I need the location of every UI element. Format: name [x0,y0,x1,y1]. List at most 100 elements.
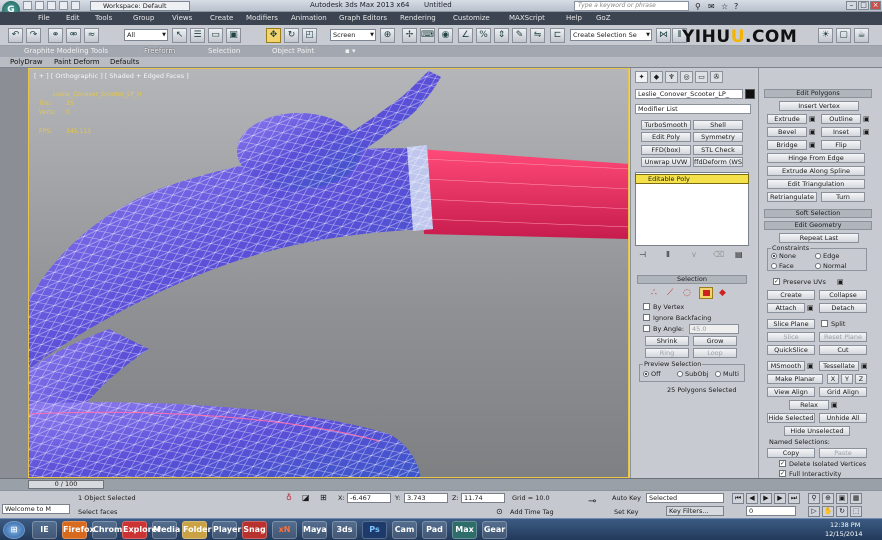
snaps-toggle-icon[interactable]: ◉ [438,28,453,43]
lock-selection-icon[interactable]: ♁ [286,493,292,502]
taskbar-folder-icon[interactable]: Folder [182,521,211,539]
cut-button[interactable]: Cut [819,345,867,355]
grow-button[interactable]: Grow [693,336,737,346]
extrude-along-spline-button[interactable]: Extrude Along Spline [767,166,865,176]
taskbar-firefox-icon[interactable]: Firefox [62,521,95,539]
selection-filter-dropdown[interactable]: All [124,29,168,41]
redo-button[interactable]: ↷ [26,28,41,43]
ribbon-tab-selection[interactable]: Selection [208,47,240,55]
by-angle-checkbox[interactable] [643,325,650,332]
menu-modifiers[interactable]: Modifiers [246,14,278,22]
add-time-tag-text[interactable]: Add Time Tag [510,508,554,516]
menu-views[interactable]: Views [172,14,192,22]
taskbar-xn-icon[interactable]: xN [272,521,297,539]
taskbar-media-icon[interactable]: Media [152,521,180,539]
preview-multi-radio[interactable] [715,371,721,377]
named-selection-dropdown[interactable]: Create Selection Se [570,29,652,41]
unwrap-uvw-button[interactable]: Unwrap UVW [641,157,691,167]
copy-button[interactable]: Copy [767,448,815,458]
relax-settings-icon[interactable]: ▣ [831,401,838,410]
new-file-icon[interactable] [23,1,32,10]
select-by-name-icon[interactable]: ☰ [190,28,205,43]
info-center-icon[interactable]: ✉ [708,2,715,11]
start-button[interactable]: ⊞ [3,521,25,539]
rect-selection-icon[interactable]: ▭ [208,28,223,43]
planar-y-button[interactable]: Y [841,374,853,384]
render-frame-icon[interactable]: ▢ [836,28,851,43]
inset-button[interactable]: Inset [821,127,861,137]
symmetry-button[interactable]: Symmetry [693,132,743,142]
time-tag-icon[interactable]: ⊙ [496,507,503,516]
edit-named-selection-icon[interactable]: ✎ [512,28,527,43]
keyboard-shortcut-icon[interactable]: ⌨ [420,28,435,43]
vertex-mode-icon[interactable]: ∴ [651,289,657,298]
set-key-button[interactable]: Set Key [614,508,639,516]
x-coordinate-field[interactable]: -6.467 [347,493,391,503]
render-production-icon[interactable]: ☕ [854,28,869,43]
help-icon[interactable]: ? [734,2,738,11]
bevel-settings-icon[interactable]: ▣ [809,128,816,137]
soft-selection-header[interactable]: Soft Selection [764,209,872,218]
utilities-tab-icon[interactable]: ✇ [710,71,723,83]
menu-edit[interactable]: Edit [66,14,80,22]
select-manipulate-icon[interactable]: ✢ [402,28,417,43]
time-slider[interactable]: 0 / 100 [28,480,104,489]
full-interactivity-checkbox[interactable]: ✓ [779,470,786,477]
outline-button[interactable]: Outline [821,114,861,124]
tessellate-settings-icon[interactable]: ▣ [861,362,868,371]
zoom-icon[interactable]: ⚲ [808,493,820,504]
clock-time[interactable]: 12:38 PM [830,521,860,529]
border-mode-icon[interactable]: ◌ [683,289,691,298]
turbosmooth-button[interactable]: TurboSmooth [641,120,691,130]
loop-button[interactable]: Loop [693,348,737,358]
planar-z-button[interactable]: Z [855,374,867,384]
maximize-button[interactable]: □ [858,1,869,10]
binoculars-icon[interactable]: ⚲ [695,2,701,11]
delete-isolated-checkbox[interactable]: ✓ [779,460,786,467]
field-of-view-icon[interactable]: ▷ [808,506,820,517]
constraint-none-radio[interactable] [771,253,777,259]
save-file-icon[interactable] [47,1,56,10]
selection-rollout-header[interactable]: Selection [637,275,747,284]
constraint-edge-radio[interactable] [815,253,821,259]
bridge-settings-icon[interactable]: ▣ [809,141,816,150]
minimize-button[interactable]: – [846,1,857,10]
y-coordinate-field[interactable]: 3.743 [404,493,448,503]
menu-tools[interactable]: Tools [95,14,112,22]
play-icon[interactable]: ▶ [760,493,772,504]
planar-x-button[interactable]: X [827,374,839,384]
mirror-tool-icon[interactable]: ⋈ [656,28,671,43]
motion-tab-icon[interactable]: ◎ [680,71,693,83]
align-icon[interactable]: ⊏ [550,28,565,43]
paste-button[interactable]: Paste [819,448,867,458]
unhide-all-button[interactable]: Unhide All [819,413,867,423]
isolate-icon[interactable]: ◪ [302,493,310,502]
next-frame-icon[interactable]: ▶ [774,493,786,504]
tessellate-button[interactable]: Tessellate [819,361,859,371]
taskbar-player-icon[interactable]: Player [212,521,241,539]
previous-frame-icon[interactable]: ◀ [746,493,758,504]
close-button[interactable]: × [870,1,881,10]
undo-button[interactable]: ↶ [8,28,23,43]
preview-subobj-radio[interactable] [677,371,683,377]
menu-group[interactable]: Group [133,14,154,22]
taskbar-gear-icon[interactable]: Gear [482,521,507,539]
display-tab-icon[interactable]: ▭ [695,71,708,83]
shell-button[interactable]: Shell [693,120,743,130]
orthographic-viewport[interactable]: [ + ] [ Orthographic ] [ Shaded + Edged … [28,68,629,478]
preserve-uvs-settings-icon[interactable]: ▣ [837,278,844,287]
taskbar-maya-icon[interactable]: Maya [302,521,327,539]
make-planar-button[interactable]: Make Planar [767,374,823,384]
edge-mode-icon[interactable]: ⟋ [667,289,673,298]
taskbar-pad-icon[interactable]: Pad [422,521,447,539]
hide-unselected-button[interactable]: Hide Unselected [784,426,850,436]
orbit-icon[interactable]: ↻ [836,506,848,517]
go-to-start-icon[interactable]: ⏮ [732,493,744,504]
modifier-list-dropdown[interactable]: Modifier List [635,104,751,114]
object-name-field[interactable]: Leslie_Conover_Scooter_LP_ [635,89,743,99]
panel-paint-deform[interactable]: Paint Deform [54,58,100,66]
view-align-button[interactable]: View Align [767,387,815,397]
hinge-from-edge-button[interactable]: Hinge From Edge [767,153,865,163]
split-checkbox[interactable] [821,320,828,327]
repeat-last-button[interactable]: Repeat Last [779,233,859,243]
